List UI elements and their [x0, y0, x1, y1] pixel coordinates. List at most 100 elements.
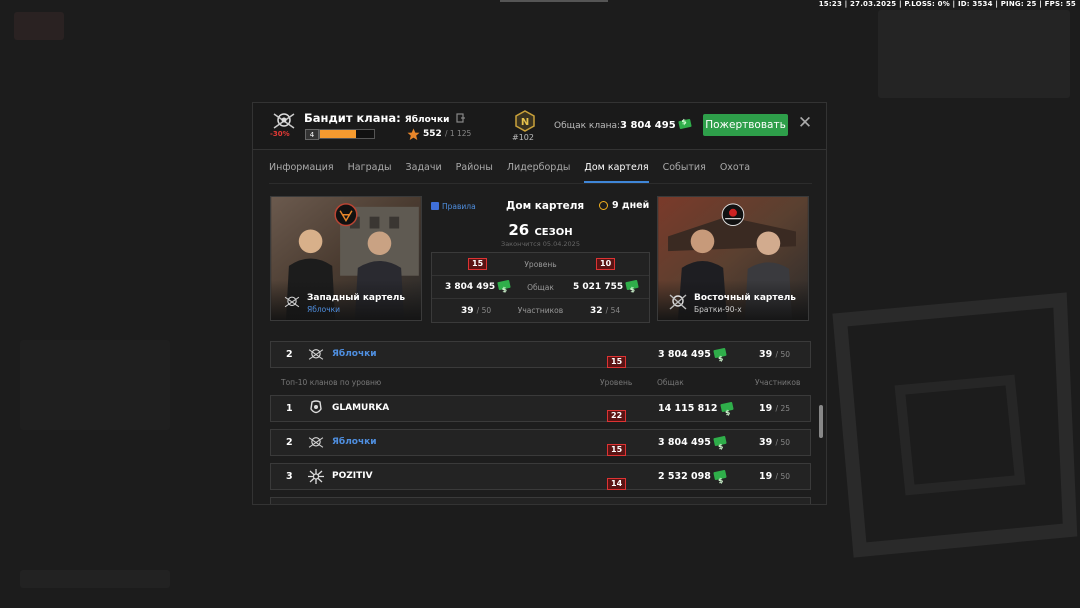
- row-position: 1: [286, 403, 293, 414]
- days-label: 9 дней: [612, 200, 650, 211]
- col-members: Участников: [755, 378, 801, 387]
- xp-bar-fill: [320, 130, 356, 138]
- leaderboard-row[interactable]: 2 Яблочки 15 3 804 495 39 / 50: [270, 429, 811, 456]
- west-cartel-card[interactable]: Западный картель Яблочки: [270, 196, 422, 321]
- clan-name: Яблочки: [404, 115, 450, 125]
- row-clan-name: Яблочки: [332, 437, 377, 447]
- season-number: 26 СЕЗОН: [431, 221, 650, 239]
- tab-hunt[interactable]: Охота: [720, 157, 750, 183]
- row-level: 14: [607, 471, 627, 490]
- discount-badge: -30%: [270, 130, 290, 138]
- row-clan-name: GLAMURKA: [332, 403, 390, 413]
- row-members-max: / 50: [775, 472, 791, 481]
- row-level-badge: 22: [607, 410, 627, 422]
- west-cartel-name: Западный картель: [307, 293, 406, 303]
- rules-icon: [431, 202, 439, 210]
- clan-rank-number: #102: [512, 133, 534, 142]
- east-total-amount: 5 021 755: [573, 282, 624, 292]
- days-remaining: 9 дней: [599, 200, 649, 211]
- row-members: 39 / 50: [759, 430, 790, 455]
- cash-icon: [625, 279, 639, 291]
- east-cartel-name: Восточный картель: [694, 293, 796, 303]
- tab-tasks[interactable]: Задачи: [406, 157, 442, 183]
- row-position: 2: [286, 437, 293, 448]
- exit-clan-icon[interactable]: [456, 113, 466, 123]
- rules-link[interactable]: Правила: [431, 202, 476, 211]
- minimap-panel: [878, 10, 1070, 98]
- clan-emblem-icon: [308, 349, 324, 360]
- row-position: 3: [286, 471, 293, 482]
- xp-bar: [319, 129, 375, 139]
- tab-events[interactable]: События: [663, 157, 706, 183]
- col-total: Общак: [657, 378, 684, 387]
- modal-header: -30% Бандит клана: Яблочки 4 552 / 1 125…: [253, 103, 826, 150]
- xp-max: / 1 125: [444, 129, 472, 138]
- row-members-count: 39: [759, 349, 773, 360]
- season-num: 26: [508, 221, 530, 239]
- donate-button[interactable]: Пожертвовать: [703, 114, 788, 136]
- members-row: 39 / 50 Участников 32 / 54: [432, 299, 649, 322]
- clan-modal: -30% Бандит клана: Яблочки 4 552 / 1 125…: [252, 102, 827, 505]
- clan-total-label: Общак клана:: [554, 121, 621, 131]
- leaderboard-row[interactable]: 1 GLAMURKA 22 14 115 812 19 / 25: [270, 395, 811, 422]
- row-total: 14 115 812: [658, 396, 734, 421]
- tab-rewards[interactable]: Награды: [348, 157, 392, 183]
- east-cartel-card[interactable]: Восточный картель Братки-90-х: [657, 196, 809, 321]
- row-total: 3 804 495: [658, 430, 727, 455]
- my-clan-row[interactable]: 2 Яблочки 15 3 804 495 39 / 50: [270, 341, 811, 368]
- tab-cartel-house[interactable]: Дом картеля: [584, 157, 649, 183]
- row-members-max: / 50: [775, 438, 791, 447]
- row-level-badge: 15: [607, 356, 627, 368]
- row-members: 19 / 25: [759, 396, 790, 421]
- west-cartel-clan[interactable]: Яблочки: [307, 305, 340, 314]
- row-level: 15: [607, 349, 627, 368]
- tab-districts[interactable]: Районы: [456, 157, 493, 183]
- row-members-count: 39: [759, 437, 773, 448]
- svg-text:N: N: [521, 117, 529, 128]
- row-position: 2: [286, 349, 293, 360]
- tabs-divider: [269, 183, 812, 184]
- east-members: 32 / 54: [590, 299, 620, 323]
- clan-leaderboard: 2 Яблочки 15 3 804 495 39 / 50 Топ-10 кл…: [270, 331, 811, 504]
- cartel-center-panel: Правила Дом картеля 9 дней 26 СЕЗОН Зако…: [431, 196, 650, 323]
- row-members: 19 / 50: [759, 464, 790, 489]
- row-total: 3 804 495: [658, 342, 727, 367]
- row-total-amount: 3 804 495: [658, 437, 711, 448]
- cartel-title: Дом картеля: [506, 200, 585, 212]
- rank-title-label: Бандит клана:: [304, 111, 401, 125]
- row-total-amount: 2 532 098: [658, 471, 711, 482]
- clan-emblem-icon: [284, 296, 300, 308]
- tab-leaderboards[interactable]: Лидерборды: [507, 157, 571, 183]
- hud-bar: [20, 570, 170, 588]
- top-indicator: [500, 0, 608, 2]
- xp-current: 552: [423, 129, 442, 139]
- close-icon[interactable]: ✕: [797, 115, 813, 132]
- row-total-amount: 3 804 495: [658, 349, 711, 360]
- clan-emblem-icon: [308, 437, 324, 448]
- east-cartel-clan[interactable]: Братки-90-х: [694, 305, 742, 314]
- row-members: 39 / 50: [759, 342, 790, 367]
- col-level: Уровень: [600, 378, 633, 387]
- clan-total-amount: 3 804 495: [620, 120, 676, 131]
- rank-title: Бандит клана: Яблочки: [304, 111, 466, 125]
- star-icon: [407, 128, 420, 140]
- row-total-amount: 14 115 812: [658, 403, 718, 414]
- tab-bar: Информация Награды Задачи Районы Лидербо…: [269, 157, 764, 183]
- clan-rank-badge-icon: N: [515, 110, 535, 132]
- clan-total-value: 3 804 495: [620, 118, 692, 131]
- list-scrollbar[interactable]: [819, 405, 823, 438]
- cash-icon: [713, 347, 727, 359]
- level-label: Уровень: [524, 260, 557, 269]
- leaderboard-row-partial[interactable]: [270, 497, 811, 504]
- leaderboard-row[interactable]: 3 POZITIV 14 2 532 098 19 / 50: [270, 463, 811, 490]
- cash-icon: [713, 469, 727, 481]
- leaderboard-title: Топ-10 кланов по уровню: [281, 378, 382, 387]
- tab-info[interactable]: Информация: [269, 157, 334, 183]
- east-members-count: 32: [590, 306, 603, 316]
- level-row: 15 Уровень 10: [432, 253, 649, 276]
- season-word: СЕЗОН: [534, 227, 573, 238]
- background-map-shape: [832, 292, 1078, 558]
- status-bar: 15:23 | 27.03.2025 | P.LOSS: 0% | ID: 35…: [818, 0, 1076, 8]
- rules-label: Правила: [442, 202, 476, 211]
- xp-value: 552 / 1 125: [423, 129, 471, 139]
